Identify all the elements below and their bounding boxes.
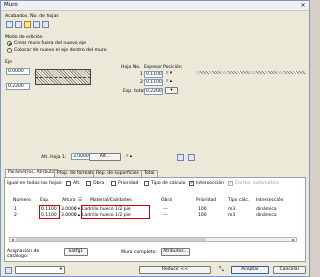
- wall-axis-line: [35, 77, 91, 78]
- window-title: Muro: [4, 2, 18, 8]
- layer-count-1-icon[interactable]: [6, 21, 13, 28]
- chk-tipo-calculo-label: Tipo de cálculo: [151, 181, 186, 186]
- row2-interseccion: dinámica: [256, 213, 277, 218]
- chk-tipo-calculo[interactable]: [144, 181, 149, 186]
- alt-position-icons[interactable]: ▿ ▴: [126, 154, 132, 159]
- muro-completo-label: Muro completo:: [121, 250, 157, 255]
- total-position-dropdown[interactable]: ▾: [165, 87, 178, 94]
- tab-parametros[interactable]: Parámetros, Atributo: [5, 169, 58, 177]
- layer-count-4-icon[interactable]: [33, 21, 40, 28]
- view-3d-icon[interactable]: [177, 154, 184, 161]
- chk-obra[interactable]: [86, 181, 91, 186]
- th-numero: Número: [13, 198, 31, 203]
- chk-prioridad[interactable]: [111, 181, 116, 186]
- hoja-2-position-icon[interactable]: ▿ ▴: [166, 79, 172, 84]
- eje-label: Eje: [5, 60, 13, 65]
- acabados-label: Acabados. No. de hojas: [5, 14, 59, 19]
- layer-count-5-icon[interactable]: [42, 21, 49, 28]
- row2-material[interactable]: Ladrillo hueco 1/2 pie: [82, 213, 131, 218]
- chk-prioridad-label: Prioridad: [118, 181, 139, 186]
- radio-create-outside-label: Crear muro fuera del nuevo eje: [14, 41, 86, 46]
- row1-tipo-calc: m3: [228, 207, 236, 212]
- atributos-button[interactable]: Atributos...: [161, 248, 190, 256]
- th-sort-icon[interactable]: ☰: [78, 198, 82, 203]
- esp-total-label: Esp. total:: [123, 89, 147, 94]
- hoja-2-espesor[interactable]: 0.1100: [144, 79, 163, 86]
- row1-interseccion: dinámica: [256, 207, 277, 212]
- offset-bottom-field[interactable]: 0.2200: [6, 83, 30, 90]
- row1-esp[interactable]: 0.1100: [41, 207, 57, 212]
- layer-count-3-icon[interactable]: [24, 21, 31, 28]
- scroll-left-icon[interactable]: ◂: [10, 238, 15, 242]
- chk-interseccion-label: Intersección: [196, 181, 225, 186]
- tab-total[interactable]: Total: [141, 170, 158, 177]
- edit-mode-label: Modo de edición: [5, 35, 43, 40]
- favorites-dropdown[interactable]: ▾: [15, 266, 65, 274]
- favorites-icon[interactable]: [5, 267, 12, 274]
- radio-recenter-axis-label: Colocar de nuevo el eje dentro del muro: [14, 48, 107, 53]
- hoja-1-number: 1: [140, 72, 143, 77]
- cancelar-button[interactable]: Cancelar: [273, 266, 306, 274]
- esp-total-value: 0.2200: [144, 88, 163, 95]
- row2-obra: ---: [163, 213, 168, 218]
- view-section-icon[interactable]: [188, 154, 195, 161]
- scroll-right-icon[interactable]: ▸: [291, 238, 296, 242]
- chk-cortes[interactable]: ✓: [228, 181, 233, 186]
- tab-prop-formato[interactable]: Prop. de formato: [54, 170, 98, 177]
- filters-label: igual en todas las hojas:: [7, 181, 63, 186]
- muro-dialog: Muro × Acabados. No. de hojas Modo de ed…: [0, 0, 310, 277]
- chk-alt-label: Alt.: [73, 181, 81, 186]
- title-bar: Muro ×: [1, 1, 309, 11]
- col-hoja-header: Hoja No.: [121, 65, 141, 70]
- th-interseccion: Intersección: [256, 198, 284, 203]
- chk-alt[interactable]: [66, 181, 71, 186]
- col-espesor-header: Espesor: [144, 65, 163, 70]
- scroll-thumb[interactable]: [16, 238, 206, 241]
- wall-plan-preview: [196, 71, 306, 74]
- th-altura: Altura: [62, 198, 76, 203]
- hoja-1-position-icon[interactable]: ▿ ▾: [166, 71, 172, 76]
- pick-icon[interactable]: ⤡: [219, 266, 224, 274]
- katfg-button[interactable]: katfg1: [64, 248, 88, 256]
- row1-position-icon[interactable]: ▿ ▾: [74, 207, 80, 212]
- chk-obra-label: Obra: [93, 181, 105, 186]
- hoja-2-number: 2: [140, 80, 143, 85]
- chk-cortes-label: Cortes: automática: [235, 181, 279, 186]
- th-material: Material/Calidades: [90, 198, 132, 203]
- row1-prioridad: 100: [198, 207, 207, 212]
- th-tipo-calc: Tipo cálc.: [228, 198, 250, 203]
- radio-recenter-axis[interactable]: [7, 48, 12, 53]
- row2-tipo-calc: m3: [228, 213, 236, 218]
- row1-obra: ---: [163, 207, 168, 212]
- row2-prioridad: 100: [198, 213, 207, 218]
- close-button[interactable]: ×: [299, 2, 307, 9]
- asignacion-label: Asignación de catálogo:: [7, 249, 40, 259]
- table-scrollbar[interactable]: ◂ ▸: [9, 237, 297, 242]
- row1-numero: 1: [14, 207, 17, 212]
- row2-numero: 2: [14, 213, 17, 218]
- alt-button[interactable]: Alt...: [89, 153, 121, 161]
- radio-create-outside[interactable]: [7, 41, 12, 46]
- row1-material[interactable]: Ladrillo hueco 1/2 pie: [82, 207, 131, 212]
- row2-esp[interactable]: 0.1100: [41, 213, 57, 218]
- row2-position-icon[interactable]: ▿ ▴: [74, 213, 80, 218]
- aceptar-button[interactable]: Aceptar: [231, 266, 269, 274]
- th-prioridad: Prioridad: [196, 198, 217, 203]
- reducir-button[interactable]: Reducir <<: [139, 266, 211, 274]
- col-posicion-header: Posición: [163, 65, 182, 70]
- alt-hoja-label: Alt. Hoja 1:: [41, 155, 67, 160]
- chk-interseccion[interactable]: ✓: [189, 181, 194, 186]
- th-obra: Obra: [161, 198, 173, 203]
- offset-top-field[interactable]: 0.0000: [6, 68, 30, 75]
- hoja-1-espesor[interactable]: 0.1100: [144, 71, 163, 78]
- layer-count-2-icon[interactable]: [15, 21, 22, 28]
- th-esp: Esp.: [40, 198, 50, 203]
- tab-rep-superficies[interactable]: Rep. de superficies: [93, 170, 142, 177]
